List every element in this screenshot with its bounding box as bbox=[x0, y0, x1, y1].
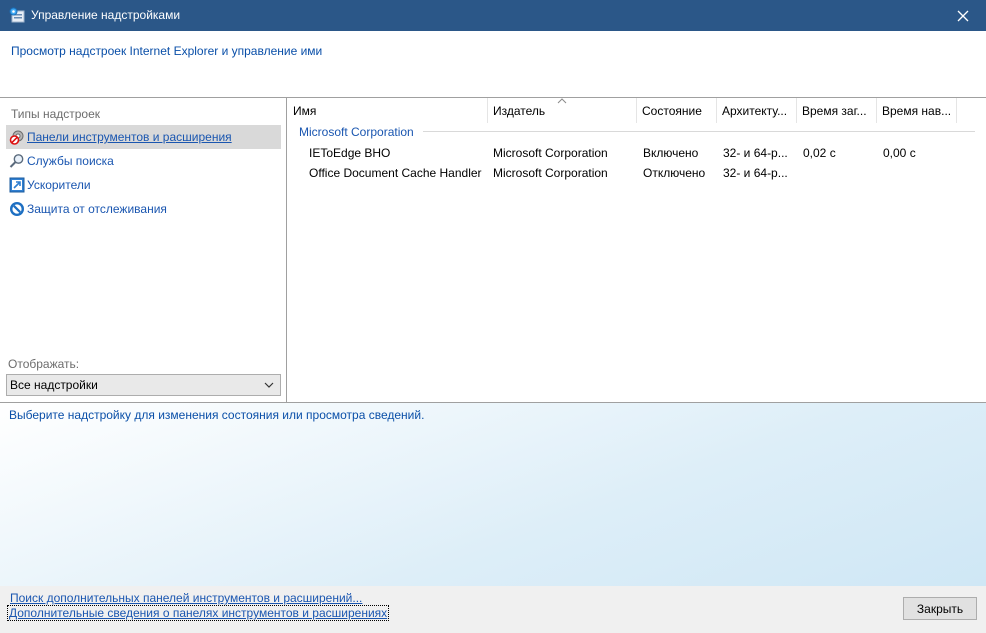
group-divider bbox=[423, 131, 975, 132]
addon-types-label: Типы надстроек bbox=[11, 107, 101, 121]
column-header-name[interactable]: Имя bbox=[288, 98, 488, 123]
cell-status: Включено bbox=[643, 146, 699, 160]
cell-publisher: Microsoft Corporation bbox=[493, 146, 608, 160]
show-filter-value: Все надстройки bbox=[10, 378, 98, 392]
cell-name: Office Document Cache Handler bbox=[309, 166, 482, 180]
close-button[interactable]: Закрыть bbox=[903, 597, 977, 620]
table-row[interactable]: Office Document Cache Handler Microsoft … bbox=[288, 163, 986, 183]
group-header: Microsoft Corporation bbox=[299, 125, 414, 139]
cell-navigation-time: 0,00 с bbox=[883, 146, 916, 160]
addon-types-list: Панели инструментов и расширения Службы … bbox=[6, 125, 281, 221]
table-row[interactable]: IEToEdge BHO Microsoft Corporation Включ… bbox=[288, 143, 986, 163]
header-panel: Просмотр надстроек Internet Explorer и у… bbox=[0, 31, 986, 98]
details-panel: Выберите надстройку для изменения состоя… bbox=[0, 402, 986, 586]
addon-type-toolbars-label: Панели инструментов и расширения bbox=[27, 130, 232, 144]
addons-list-pane: Имя Издатель Состояние Архитекту... Врем… bbox=[288, 98, 986, 402]
page-subtitle: Просмотр надстроек Internet Explorer и у… bbox=[11, 44, 323, 58]
cell-name: IEToEdge BHO bbox=[309, 146, 391, 160]
cell-status: Отключено bbox=[643, 166, 706, 180]
cell-publisher: Microsoft Corporation bbox=[493, 166, 608, 180]
column-header-navigation-time[interactable]: Время нав... bbox=[877, 98, 957, 123]
no-entry-icon bbox=[10, 202, 24, 216]
cell-architecture: 32- и 64-р... bbox=[723, 146, 788, 160]
addon-type-toolbars[interactable]: Панели инструментов и расширения bbox=[6, 125, 281, 149]
title-bar: Управление надстройками bbox=[0, 0, 986, 31]
toolbar-gear-icon bbox=[9, 130, 24, 145]
addon-type-search[interactable]: Службы поиска bbox=[6, 149, 281, 173]
addon-types-pane: Типы надстроек Панели инструментов и рас… bbox=[0, 98, 287, 402]
footer-bar: Поиск дополнительных панелей инструменто… bbox=[0, 586, 986, 633]
addons-manager-icon bbox=[9, 7, 25, 23]
window-close-button[interactable] bbox=[940, 0, 986, 31]
show-filter-label: Отображать: bbox=[8, 357, 80, 371]
magnifier-icon bbox=[9, 154, 24, 168]
addon-type-accelerators-label: Ускорители bbox=[27, 178, 91, 192]
addon-type-tracking-label: Защита от отслеживания bbox=[27, 202, 167, 216]
column-headers: Имя Издатель Состояние Архитекту... Врем… bbox=[288, 98, 986, 123]
details-message: Выберите надстройку для изменения состоя… bbox=[9, 408, 425, 422]
sort-ascending-icon bbox=[557, 98, 567, 104]
column-header-load-time[interactable]: Время заг... bbox=[797, 98, 877, 123]
show-filter-select[interactable]: Все надстройки bbox=[6, 374, 281, 396]
cell-architecture: 32- и 64-р... bbox=[723, 166, 788, 180]
addon-type-accelerators[interactable]: Ускорители bbox=[6, 173, 281, 197]
addon-type-tracking[interactable]: Защита от отслеживания bbox=[6, 197, 281, 221]
close-icon bbox=[957, 10, 969, 21]
learn-more-toolbars-link[interactable]: Дополнительные сведения о панелях инстру… bbox=[6, 605, 390, 621]
chevron-down-icon bbox=[264, 382, 274, 388]
column-header-status[interactable]: Состояние bbox=[637, 98, 717, 123]
cell-load-time: 0,02 с bbox=[803, 146, 836, 160]
accelerator-icon bbox=[9, 177, 25, 193]
window-title: Управление надстройками bbox=[31, 8, 181, 22]
find-more-toolbars-link[interactable]: Поиск дополнительных панелей инструменто… bbox=[10, 591, 362, 605]
column-header-architecture[interactable]: Архитекту... bbox=[717, 98, 797, 123]
addon-type-search-label: Службы поиска bbox=[27, 154, 114, 168]
